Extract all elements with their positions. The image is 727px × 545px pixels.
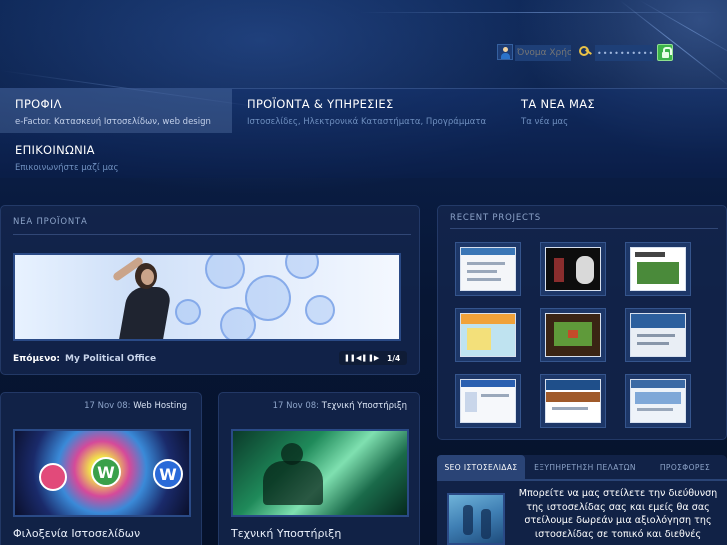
project-thumbnail[interactable] xyxy=(625,374,691,428)
nav-item-subtitle: Τα νέα μας xyxy=(521,117,569,127)
project-thumbnail[interactable] xyxy=(540,374,606,428)
news-item: 17 Nov 08: Web Hosting W W Φιλοξενία Ιστ… xyxy=(0,392,202,545)
news-image[interactable]: W W xyxy=(13,429,191,517)
banner-bubble xyxy=(175,299,201,325)
nav-item-subtitle: Ιστοσελίδες, Ηλεκτρονικά Καταστήματα, Πρ… xyxy=(247,117,487,127)
www-letter-icon xyxy=(39,463,67,491)
nav-item-subtitle: e-Factor. Κατασκευή Ιστοσελίδων, web des… xyxy=(15,117,211,127)
project-thumbnail[interactable] xyxy=(455,374,521,428)
tech-figure xyxy=(263,461,323,505)
product-banner-image[interactable] xyxy=(13,253,401,341)
login-button[interactable] xyxy=(657,44,673,61)
seo-description: Μπορείτε να μας στείλετε την διεύθυνση τ… xyxy=(518,488,718,540)
slideshow-controls: ❚❚ ◀❚ ❚▶ 1/4 xyxy=(339,351,407,365)
news-category-link[interactable]: Τεχνική Υποστήριξη xyxy=(322,401,407,411)
www-letter-icon: W xyxy=(153,459,183,489)
username-input[interactable] xyxy=(515,45,571,61)
nav-item-title: ΤΑ ΝΕΑ ΜΑΣ xyxy=(521,97,595,111)
user-icon xyxy=(497,44,513,60)
news-image[interactable] xyxy=(231,429,409,517)
recent-projects-panel: RECENT PROJECTS xyxy=(437,205,727,440)
nav-item-title: ΠΡΟΦΙΛ xyxy=(15,97,62,111)
info-tabs: SEO ΙΣΤΟΣΕΛΙΔΑΣ ΕΞΥΠΗΡΕΤΗΣΗ ΠΕΛΑΤΩΝ ΠΡΟΣ… xyxy=(437,455,727,545)
nav-item-profile[interactable]: ΠΡΟΦΙΛ e-Factor. Κατασκευή Ιστοσελίδων, … xyxy=(0,89,232,133)
new-products-panel: ΝΕΑ ΠΡΟΪΟΝΤΑ Επόμενο: My Political Offic… xyxy=(0,205,420,375)
password-input[interactable] xyxy=(595,45,653,61)
slide-counter: 1/4 xyxy=(387,354,401,363)
seo-figure xyxy=(463,505,473,535)
banner-figure xyxy=(141,269,154,285)
project-thumbnail[interactable] xyxy=(540,242,606,296)
panel-divider xyxy=(13,234,411,235)
decorative-streak xyxy=(360,12,720,13)
project-thumbnail[interactable] xyxy=(455,242,521,296)
seo-figure xyxy=(481,509,491,539)
tech-figure xyxy=(281,443,303,465)
news-date: 17 Nov 08: Τεχνική Υποστήριξη xyxy=(273,401,407,411)
panel-divider xyxy=(450,228,718,229)
nav-item-title: ΠΡΟΪΟΝΤΑ & ΥΠΗΡΕΣΙΕΣ xyxy=(247,97,394,111)
news-category-link[interactable]: Web Hosting xyxy=(133,401,187,411)
nav-item-contact[interactable]: ΕΠΙΚΟΙΝΩΝΙΑ Επικοινωνήστε μαζί μας xyxy=(0,135,232,179)
news-date-text: 17 Nov 08: xyxy=(272,401,320,411)
tab-underline xyxy=(437,479,727,481)
next-product-link[interactable]: My Political Office xyxy=(65,354,156,364)
seo-image xyxy=(447,493,505,545)
news-title[interactable]: Φιλοξενία Ιστοσελίδων xyxy=(13,527,140,540)
tab-seo[interactable]: SEO ΙΣΤΟΣΕΛΙΔΑΣ xyxy=(437,455,525,479)
tab-offers[interactable]: ΠΡΟΣΦΟΡΕΣ xyxy=(647,455,723,479)
project-thumbnail[interactable] xyxy=(625,308,691,362)
news-date-text: 17 Nov 08: xyxy=(84,401,131,411)
panel-title: ΝΕΑ ΠΡΟΪΟΝΤΑ xyxy=(13,217,88,227)
panel-title: RECENT PROJECTS xyxy=(450,213,541,223)
next-icon[interactable]: ❚▶ xyxy=(368,354,379,362)
project-thumbnail[interactable] xyxy=(455,308,521,362)
previous-icon[interactable]: ◀❚ xyxy=(356,354,367,362)
pause-icon[interactable]: ❚❚ xyxy=(344,354,356,362)
banner-bubble xyxy=(205,255,245,289)
nav-item-title: ΕΠΙΚΟΙΝΩΝΙΑ xyxy=(15,143,95,157)
news-title[interactable]: Τεχνική Υποστήριξη xyxy=(231,527,341,540)
next-label: Επόμενο: xyxy=(13,354,60,364)
nav-item-subtitle: Επικοινωνήστε μαζί μας xyxy=(15,163,119,173)
banner-bubble xyxy=(220,307,256,339)
project-thumbnail[interactable] xyxy=(540,308,606,362)
key-icon xyxy=(577,44,593,60)
www-letter-icon: W xyxy=(91,457,121,487)
nav-item-news[interactable]: ΤΑ ΝΕΑ ΜΑΣ Τα νέα μας xyxy=(506,89,727,133)
nav-item-products[interactable]: ΠΡΟΪΟΝΤΑ & ΥΠΗΡΕΣΙΕΣ Ιστοσελίδες, Ηλεκτρ… xyxy=(232,89,507,133)
banner-figure xyxy=(117,287,173,339)
banner-bubble xyxy=(305,295,335,325)
login-bar xyxy=(497,44,677,62)
main-nav: ΠΡΟΦΙΛ e-Factor. Κατασκευή Ιστοσελίδων, … xyxy=(0,88,727,178)
banner-bubble xyxy=(285,255,319,279)
tab-customer-service[interactable]: ΕΞΥΠΗΡΕΤΗΣΗ ΠΕΛΑΤΩΝ xyxy=(529,455,641,479)
news-date: 17 Nov 08: Web Hosting xyxy=(84,401,187,411)
news-item: 17 Nov 08: Τεχνική Υποστήριξη Τεχνική Υπ… xyxy=(218,392,420,545)
project-thumbnail[interactable] xyxy=(625,242,691,296)
